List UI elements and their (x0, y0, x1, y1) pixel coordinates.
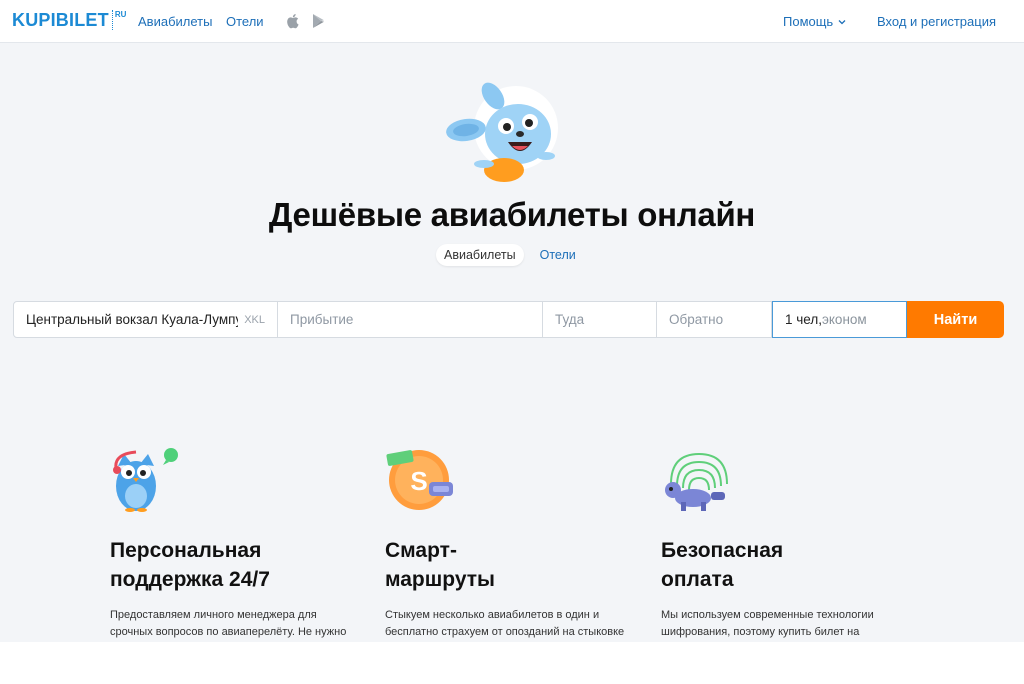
return-date-placeholder: Обратно (669, 312, 724, 327)
passengers-count: 1 чел, (785, 312, 822, 327)
search-button[interactable]: Найти (907, 301, 1004, 338)
tab-flights[interactable]: Авиабилеты (436, 244, 524, 266)
tab-hotels[interactable]: Отели (532, 244, 584, 266)
feature-secure-payment: Безопасная оплата Мы используем современ… (661, 446, 921, 641)
smart-route-icon: S (386, 450, 453, 510)
page-title: Дешёвые авиабилеты онлайн (268, 196, 756, 233)
return-date-field[interactable]: Обратно (657, 301, 772, 338)
logo-separator (111, 10, 113, 30)
passengers-class-selector[interactable]: 1 чел, эконом (772, 301, 907, 338)
feature-title: Смарт- маршруты (385, 539, 495, 591)
feature-text: Стыкуем несколько авиабилетов в один и б… (385, 609, 625, 638)
cabin-class: эконом (821, 312, 867, 327)
flight-search-form: Центральный вокзал Куала-Лумпур XKL Приб… (13, 301, 1004, 338)
logo-text: KUPIBILET (12, 10, 109, 30)
help-label: Помощь (783, 14, 834, 29)
google-play-icon[interactable] (312, 13, 328, 29)
rabbit-mascot-icon (446, 82, 558, 182)
top-header: KUPIBILET RU Авиабилеты Отели Помощь Вхо… (0, 0, 1024, 43)
help-menu[interactable]: Помощь (783, 14, 847, 29)
feature-title: Безопасная оплата (661, 539, 784, 591)
departure-date-field[interactable]: Туда (543, 301, 657, 338)
secure-payment-icon (665, 452, 728, 511)
feature-smart-routes: S Смарт- маршруты Стыкуем несколько авиа… (385, 446, 645, 641)
svg-text:S: S (410, 466, 427, 496)
departure-date-placeholder: Туда (555, 312, 585, 327)
owl-support-icon (113, 448, 178, 512)
feature-title: Персональная поддержка 24/7 (110, 539, 270, 591)
feature-support: Персональная поддержка 24/7 Предоставляе… (110, 446, 370, 641)
nav-link-hotels[interactable]: Отели (226, 14, 264, 29)
departure-code: XKL (244, 313, 265, 326)
feature-text: Мы используем современные технологии шиф… (661, 609, 874, 638)
arrival-placeholder: Прибытие (290, 312, 354, 327)
logo[interactable]: KUPIBILET RU (12, 10, 126, 31)
page-viewport: KUPIBILET RU Авиабилеты Отели Помощь Вхо… (0, 0, 1024, 642)
logo-suffix: RU (114, 10, 127, 19)
departure-field[interactable]: Центральный вокзал Куала-Лумпур XKL (13, 301, 278, 338)
product-tabs: Авиабилеты Отели (436, 244, 584, 266)
login-link[interactable]: Вход и регистрация (877, 14, 996, 29)
feature-text: Предоставляем личного менеджера для сроч… (110, 609, 347, 638)
departure-value: Центральный вокзал Куала-Лумпур (26, 312, 238, 327)
chevron-down-icon (838, 19, 846, 24)
nav-link-flights[interactable]: Авиабилеты (138, 14, 212, 29)
arrival-field[interactable]: Прибытие (278, 301, 543, 338)
apple-store-icon[interactable] (286, 13, 302, 29)
